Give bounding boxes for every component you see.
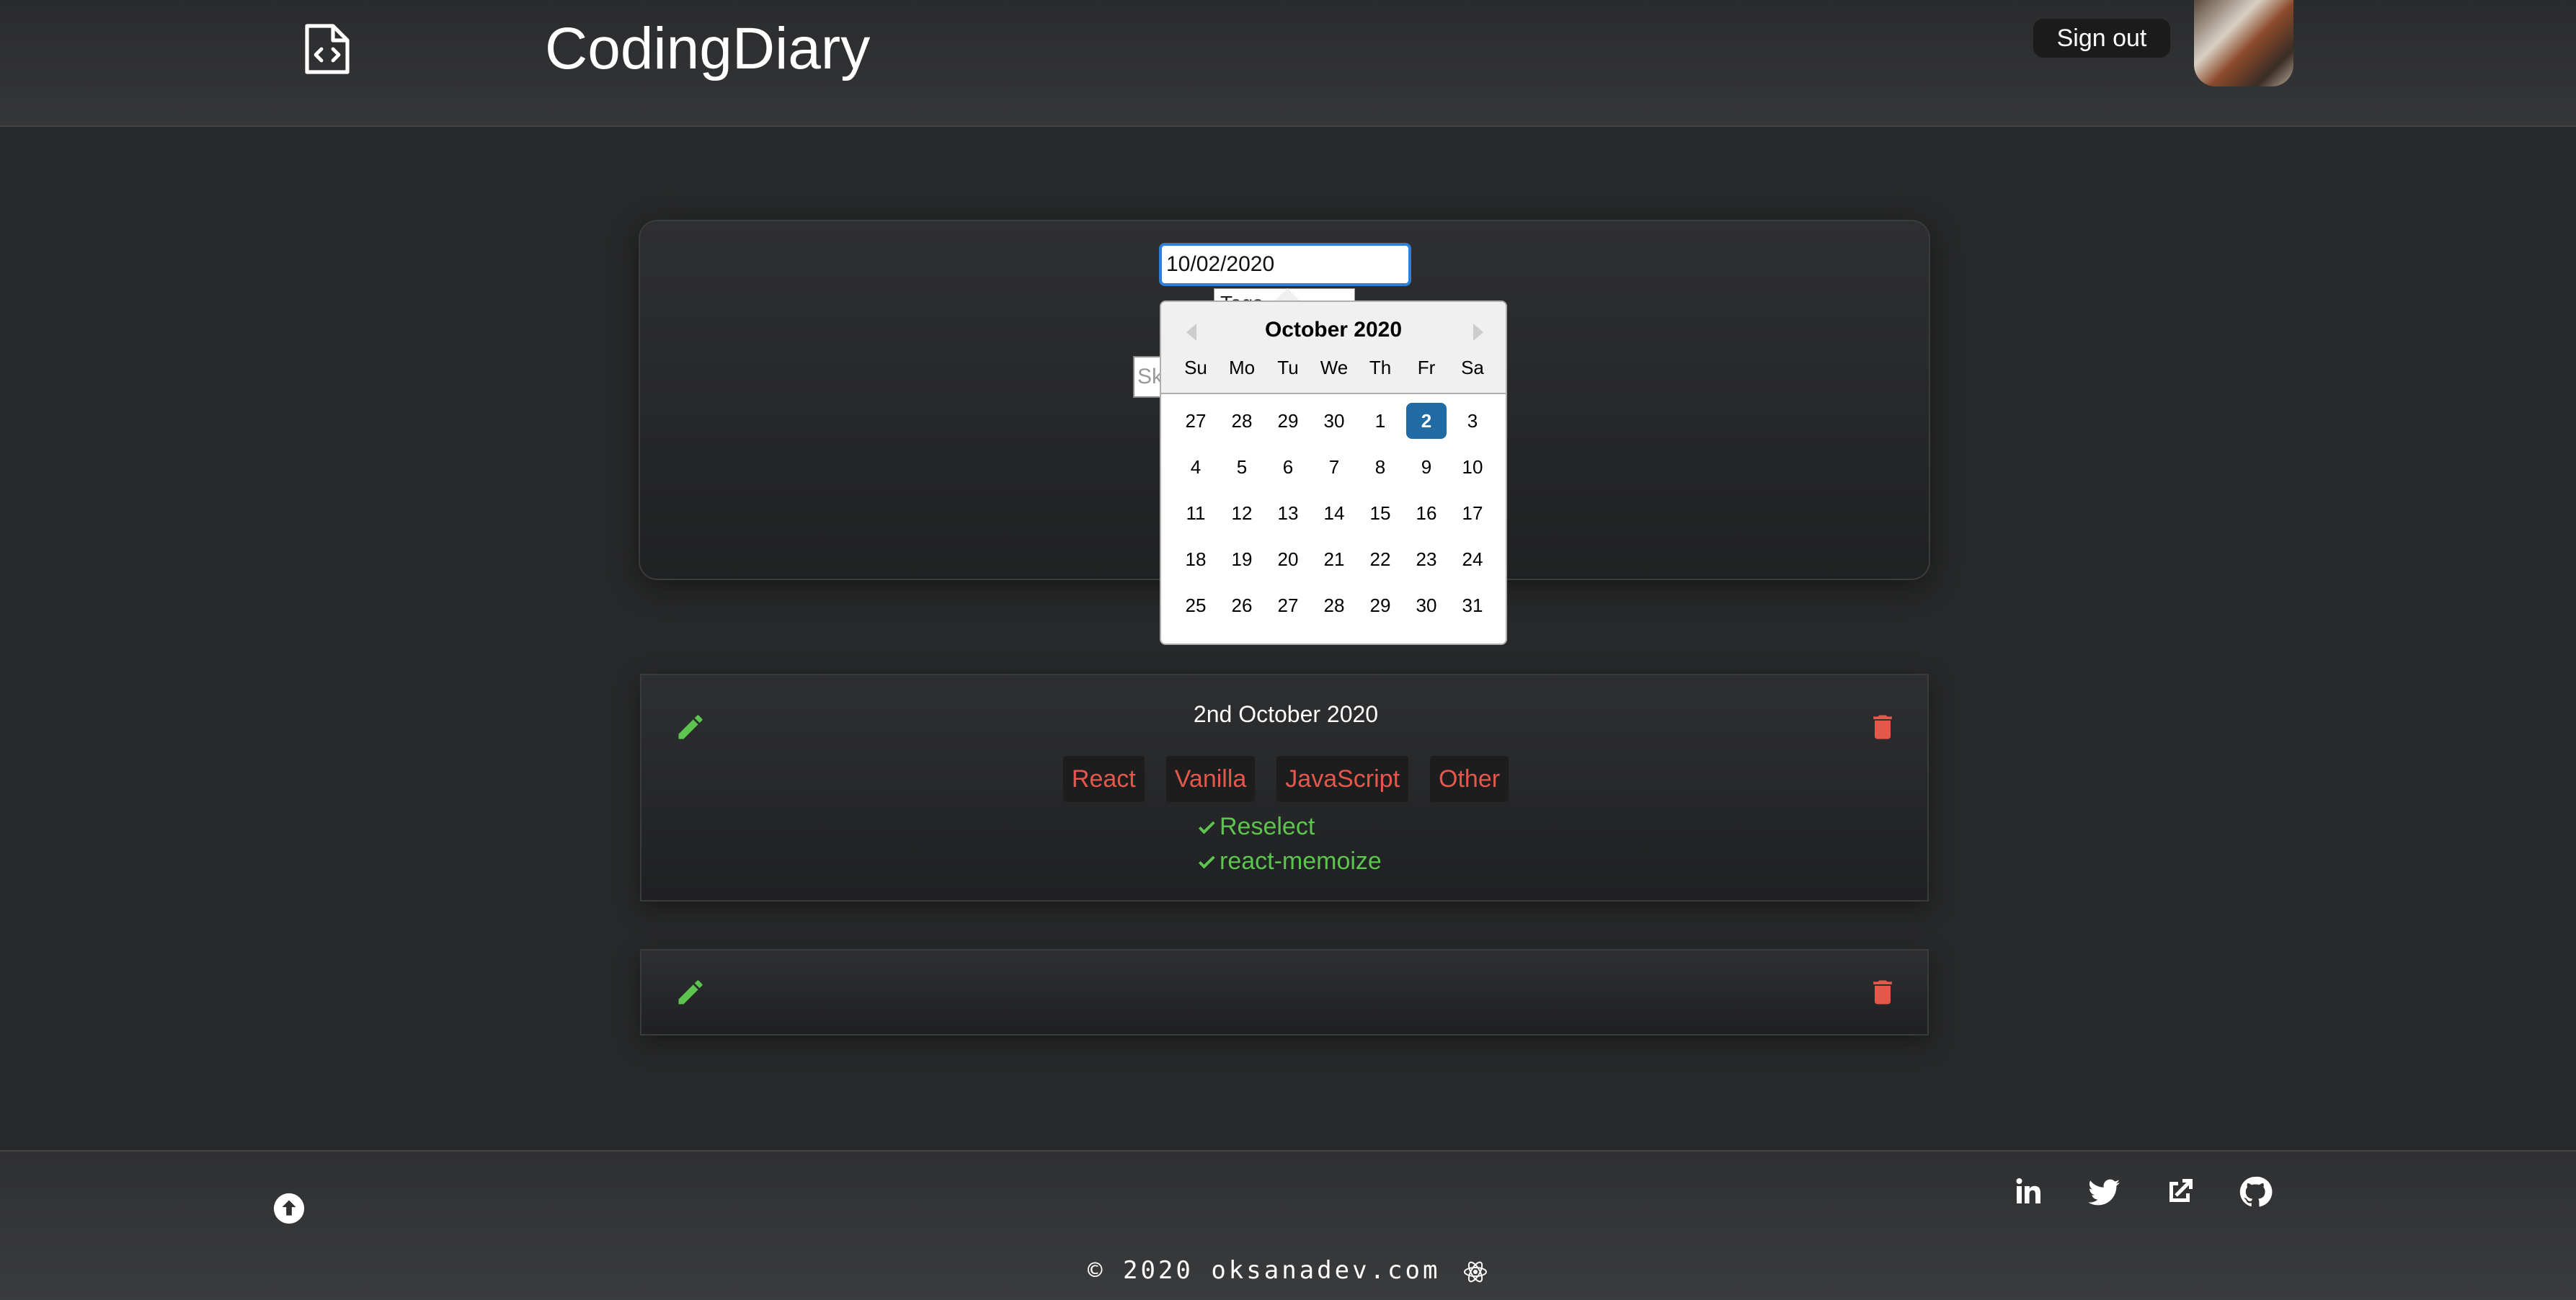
weekday-label: Fr: [1417, 357, 1436, 378]
avatar[interactable]: [2194, 0, 2293, 86]
sign-out-button[interactable]: Sign out: [2033, 19, 2170, 58]
external-link-icon[interactable]: [2162, 1175, 2197, 1209]
tag-list: React Vanilla JavaScript Other: [641, 756, 1930, 802]
calendar-day[interactable]: 23: [1406, 541, 1447, 577]
skill-item: react-memoize: [1195, 844, 1382, 878]
calendar-day[interactable]: 27: [1176, 403, 1216, 439]
calendar-week: 4 5 6 7 8 9 10: [1176, 449, 1493, 495]
skill-input[interactable]: Sk: [1133, 356, 1162, 398]
app-title: CodingDiary: [545, 16, 871, 81]
weekday-label: We: [1320, 357, 1349, 378]
skill-label: react-memoize: [1220, 847, 1382, 875]
calendar-week: 25 26 27 28 29 30 31: [1176, 587, 1493, 633]
date-input[interactable]: [1159, 243, 1411, 286]
diary-entry: 2nd October 2020 React Vanilla JavaScrip…: [640, 674, 1929, 901]
datepicker-month-label: October 2020: [1264, 318, 1403, 342]
calendar-day-selected[interactable]: 2: [1406, 403, 1447, 439]
weekday-label: Su: [1184, 357, 1207, 378]
calendar-day[interactable]: 15: [1360, 495, 1400, 531]
tag-badge: Vanilla: [1165, 756, 1256, 802]
copyright: © 2020 oksanadev.com: [0, 1256, 2576, 1285]
copyright-text: © 2020 oksanadev.com: [1088, 1256, 1441, 1285]
calendar-day[interactable]: 5: [1222, 449, 1262, 485]
skill-item: Reselect: [1195, 809, 1382, 844]
weekday-row: Su Mo Tu We Th Fr Sa: [1176, 357, 1493, 386]
check-icon: [1198, 821, 1215, 834]
calendar-day[interactable]: 26: [1222, 587, 1262, 623]
github-icon[interactable]: [2238, 1175, 2273, 1209]
calendar-day[interactable]: 29: [1360, 587, 1400, 623]
twitter-icon[interactable]: [2087, 1175, 2121, 1209]
calendar-day[interactable]: 21: [1314, 541, 1354, 577]
calendar-day[interactable]: 17: [1452, 495, 1493, 531]
calendar-week: 27 28 29 30 1 2 3: [1176, 403, 1493, 449]
diary-entry: [640, 949, 1929, 1036]
weekday-label: Th: [1369, 357, 1392, 378]
next-month-icon[interactable]: [1473, 324, 1483, 341]
calendar-day[interactable]: 24: [1452, 541, 1493, 577]
calendar-week: 11 12 13 14 15 16 17: [1176, 495, 1493, 541]
calendar-day[interactable]: 31: [1452, 587, 1493, 623]
calendar-day[interactable]: 29: [1268, 403, 1308, 439]
weekday-label: Sa: [1461, 357, 1484, 378]
linkedin-icon[interactable]: [2011, 1175, 2046, 1209]
calendar-day[interactable]: 4: [1176, 449, 1216, 485]
skill-label: Reselect: [1220, 813, 1315, 840]
calendar-day[interactable]: 30: [1406, 587, 1447, 623]
pencil-icon[interactable]: [675, 976, 706, 1008]
tag-badge: Other: [1430, 756, 1509, 802]
calendar-week: 18 19 20 21 22 23 24: [1176, 541, 1493, 587]
calendar-day[interactable]: 30: [1314, 403, 1354, 439]
calendar-day[interactable]: 18: [1176, 541, 1216, 577]
calendar-day[interactable]: 10: [1452, 449, 1493, 485]
calendar-day[interactable]: 28: [1222, 403, 1262, 439]
code-file-icon[interactable]: [301, 22, 353, 76]
calendar-day[interactable]: 3: [1452, 403, 1493, 439]
skill-list: Reselect react-memoize: [1195, 809, 1382, 878]
weekday-label: Tu: [1277, 357, 1299, 378]
calendar-day[interactable]: 20: [1268, 541, 1308, 577]
weekday-label: Mo: [1228, 357, 1256, 378]
tag-badge: React: [1062, 756, 1145, 802]
calendar-day[interactable]: 1: [1360, 403, 1400, 439]
calendar-day[interactable]: 16: [1406, 495, 1447, 531]
datepicker-days: 27 28 29 30 1 2 3 4 5 6 7 8 9 10 11 12 1…: [1176, 403, 1493, 633]
calendar-day[interactable]: 19: [1222, 541, 1262, 577]
tag-badge: JavaScript: [1276, 756, 1409, 802]
calendar-day[interactable]: 12: [1222, 495, 1262, 531]
calendar-day[interactable]: 22: [1360, 541, 1400, 577]
react-icon: [1463, 1261, 1487, 1282]
trash-icon[interactable]: [1867, 976, 1898, 1008]
calendar-day[interactable]: 14: [1314, 495, 1354, 531]
calendar-day[interactable]: 11: [1176, 495, 1216, 531]
entry-date: 2nd October 2020: [1193, 701, 1379, 727]
calendar-day[interactable]: 9: [1406, 449, 1447, 485]
datepicker: October 2020 Su Mo Tu We Th Fr Sa 27 28 …: [1160, 300, 1507, 645]
check-icon: [1198, 855, 1215, 869]
datepicker-header: October 2020 Su Mo Tu We Th Fr Sa: [1161, 302, 1506, 394]
arrow-up-circle-icon[interactable]: [272, 1192, 306, 1225]
calendar-day[interactable]: 8: [1360, 449, 1400, 485]
calendar-day[interactable]: 27: [1268, 587, 1308, 623]
datepicker-pointer: [1274, 288, 1300, 301]
trash-icon[interactable]: [1867, 711, 1898, 743]
calendar-day[interactable]: 6: [1268, 449, 1308, 485]
calendar-day[interactable]: 13: [1268, 495, 1308, 531]
header: CodingDiary Sign out: [0, 0, 2576, 127]
calendar-day[interactable]: 25: [1176, 587, 1216, 623]
calendar-day[interactable]: 7: [1314, 449, 1354, 485]
calendar-day[interactable]: 28: [1314, 587, 1354, 623]
